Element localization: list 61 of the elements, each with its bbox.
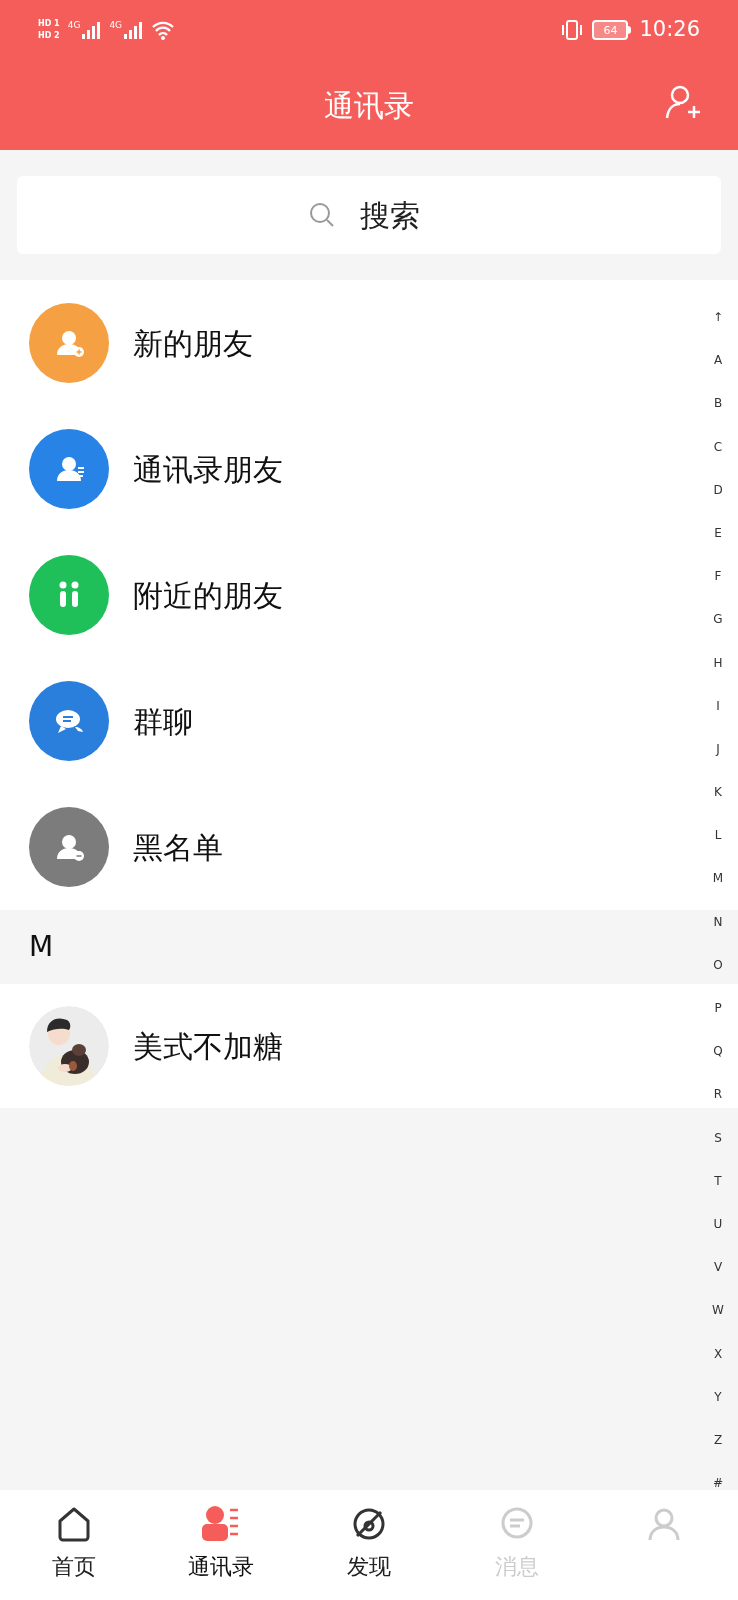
index-letter[interactable]: Q (713, 1045, 723, 1059)
network-label: 4G (67, 21, 81, 30)
index-letter[interactable]: W (712, 1304, 724, 1318)
index-letter[interactable]: C (713, 440, 723, 454)
menu-item[interactable]: 群聊 (0, 658, 680, 784)
signal-icon (123, 21, 144, 39)
section-letter: M (29, 929, 54, 965)
index-letter[interactable]: Y (714, 1390, 722, 1404)
sim-label: HD 2 (38, 31, 60, 41)
contact-name: 美式不加糖 (133, 1027, 283, 1066)
nav-label: 通讯录 (188, 1553, 255, 1581)
search-icon (308, 201, 336, 229)
index-letter[interactable]: X (713, 1347, 723, 1361)
menu-item[interactable]: 黑名单 (0, 784, 680, 910)
index-letter[interactable]: H (713, 656, 723, 670)
index-letter[interactable]: N (713, 915, 723, 929)
battery-level: 64 (603, 24, 618, 36)
index-letter[interactable]: D (713, 483, 723, 497)
menu-item-label: 群聊 (133, 702, 193, 741)
index-letter[interactable]: V (713, 1261, 723, 1275)
index-letter[interactable]: Z (713, 1433, 723, 1448)
menu-item-label: 通讯录朋友 (133, 450, 283, 489)
index-letter[interactable]: G (713, 613, 723, 627)
nav-label: 发现 (347, 1553, 391, 1581)
index-letter[interactable]: L (714, 829, 722, 843)
index-letter[interactable]: M (712, 872, 724, 886)
index-letter[interactable]: ↑ (712, 311, 724, 325)
menu-item[interactable]: 通讯录朋友 (0, 406, 680, 532)
index-letter[interactable]: T (714, 1174, 722, 1188)
clock: 10:26 (639, 16, 700, 44)
nav-tab[interactable]: 发现 (295, 1490, 443, 1600)
wifi-icon (151, 20, 176, 40)
menu-item-label: 黑名单 (133, 828, 223, 867)
sim-label: HD 1 (38, 19, 60, 29)
index-letter[interactable]: R (713, 1088, 723, 1102)
menu-item[interactable]: 新的朋友 (0, 280, 680, 406)
index-letter[interactable]: O (713, 958, 723, 972)
index-letter[interactable]: U (713, 1217, 723, 1232)
network-label: 4G (109, 21, 123, 30)
vibrate-icon (560, 19, 585, 41)
nav-tab[interactable]: 首页 (0, 1490, 148, 1600)
signal-icon (81, 21, 102, 39)
nav-tab[interactable]: 通讯录 (147, 1490, 296, 1600)
index-letter[interactable]: E (714, 526, 722, 541)
index-letter[interactable]: J (716, 742, 720, 757)
index-letter[interactable]: F (714, 570, 722, 584)
index-letter[interactable]: # (712, 1477, 724, 1491)
index-letter[interactable]: S (714, 1131, 722, 1145)
page-title: 通讯录 (324, 86, 414, 125)
search-input[interactable]: 搜索 (360, 192, 430, 238)
search-field[interactable]: 搜索 (17, 176, 721, 254)
contact-item[interactable]: 美式不加糖 (0, 984, 680, 1108)
index-letter[interactable]: B (713, 397, 723, 411)
nav-label: 首页 (51, 1553, 96, 1581)
index-letter[interactable]: K (714, 786, 722, 800)
menu-item[interactable]: 附近的朋友 (0, 532, 680, 658)
index-letter[interactable]: P (714, 1002, 722, 1016)
menu-item-label: 新的朋友 (133, 324, 253, 363)
menu-item-label: 附近的朋友 (133, 576, 283, 615)
index-letter[interactable]: A (713, 354, 723, 368)
index-letter[interactable]: I (716, 699, 720, 713)
